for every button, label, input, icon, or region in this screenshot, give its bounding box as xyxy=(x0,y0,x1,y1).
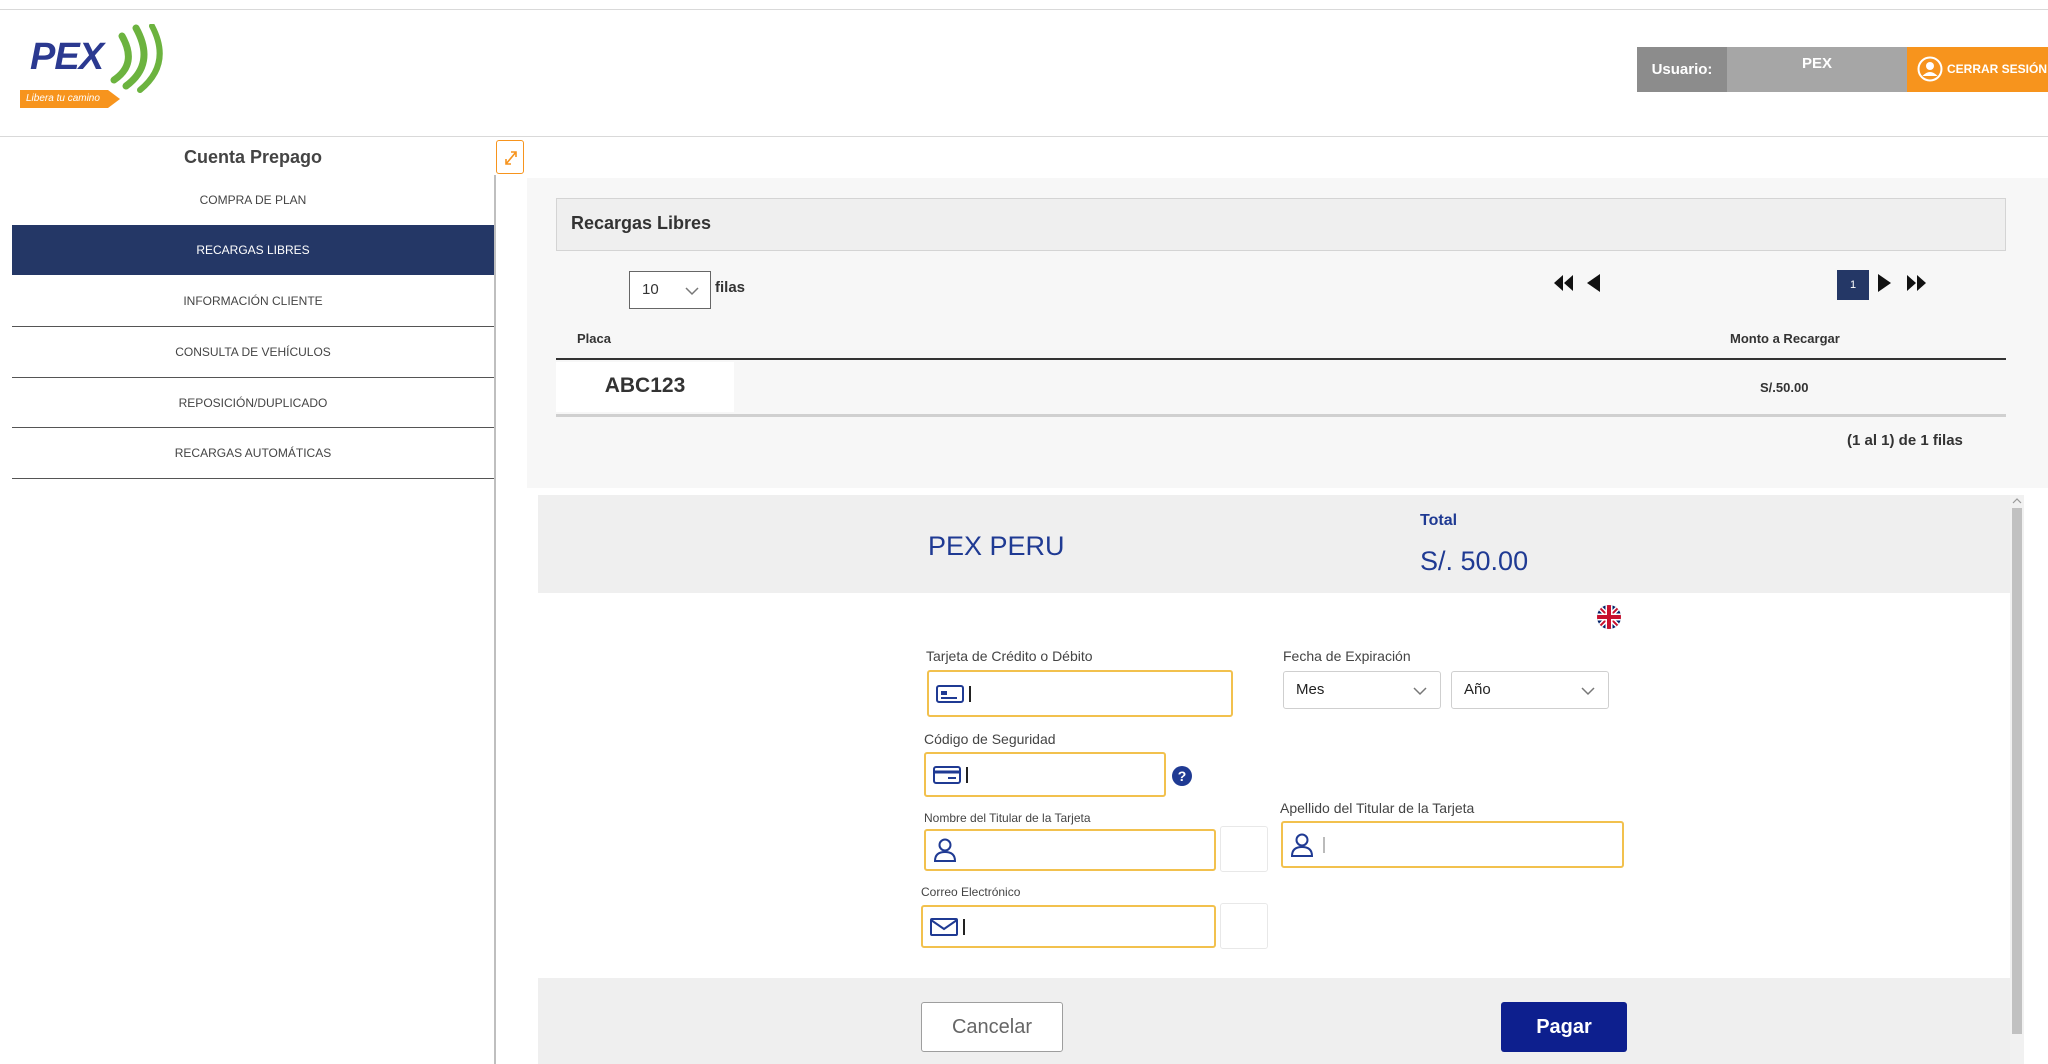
pay-button[interactable]: Pagar xyxy=(1501,1002,1627,1052)
user-circle-icon xyxy=(1917,56,1943,82)
last-name-label: Apellido del Titular de la Tarjeta xyxy=(1280,800,1475,816)
card-number-input[interactable] xyxy=(927,670,1233,717)
user-name: PEX xyxy=(1727,47,1907,92)
header-divider xyxy=(0,136,2048,137)
card-number-label: Tarjeta de Crédito o Débito xyxy=(926,648,1093,664)
credit-card-icon xyxy=(936,684,964,703)
sidebar-item-informacion-cliente[interactable]: INFORMACIÓN CLIENTE xyxy=(12,276,494,326)
email-aux-box xyxy=(1220,903,1268,949)
total-label: Total xyxy=(1420,512,1458,529)
scroll-up-icon[interactable] xyxy=(2011,496,2023,506)
row-count-summary: (1 al 1) de 1 filas xyxy=(1847,432,1963,449)
sidebar-separator xyxy=(12,478,494,479)
pager-left xyxy=(1552,268,1616,298)
expand-arrows-icon xyxy=(505,151,517,165)
sidebar-item-label: CONSULTA DE VEHÍCULOS xyxy=(175,345,331,359)
sidebar-item-reposicion-duplicado[interactable]: REPOSICIÓN/DUPLICADO xyxy=(12,378,494,428)
user-name-text: PEX xyxy=(1801,55,1832,72)
sidebar-item-recargas-libres[interactable]: RECARGAS LIBRES xyxy=(12,225,494,275)
total-value: S/. 50.00 xyxy=(1420,546,1529,576)
chevron-down-icon xyxy=(685,287,699,296)
card-back-icon xyxy=(933,765,961,784)
wifi-waves-icon xyxy=(110,24,163,93)
previous-page-icon[interactable] xyxy=(1584,272,1604,294)
table-cell-placa: ABC123 xyxy=(556,362,734,412)
help-icon[interactable]: ? xyxy=(1172,766,1192,786)
uk-flag-icon[interactable] xyxy=(1596,604,1622,630)
table-header-divider xyxy=(556,358,2006,360)
sidebar-toggle-button[interactable] xyxy=(496,140,524,174)
user-label: Usuario: xyxy=(1637,47,1727,92)
rows-label: filas xyxy=(715,279,746,296)
logo-tagline: Libera tu camino xyxy=(20,90,120,108)
email-label: Correo Electrónico xyxy=(921,885,1021,899)
cancel-button[interactable]: Cancelar xyxy=(921,1002,1063,1052)
expiry-month-select[interactable]: Mes xyxy=(1283,671,1441,709)
payment-header xyxy=(538,495,2010,593)
text-caret xyxy=(969,685,971,702)
first-page-icon[interactable] xyxy=(1552,272,1576,294)
pex-logo: PEX Libera tu camino xyxy=(18,20,168,112)
first-name-input[interactable] xyxy=(924,829,1216,871)
merchant-name: PEX PERU xyxy=(928,531,1065,561)
chevron-down-icon xyxy=(1581,687,1595,696)
logout-label: CERRAR SESIÓN xyxy=(1947,62,2048,76)
cvv-input[interactable] xyxy=(924,752,1166,797)
sidebar-border xyxy=(494,175,496,1064)
next-page-icon[interactable] xyxy=(1874,272,1894,294)
rows-per-page-select[interactable]: 10 xyxy=(629,271,711,309)
page-number-button[interactable]: 1 xyxy=(1837,270,1869,300)
sidebar-item-label: REPOSICIÓN/DUPLICADO xyxy=(178,396,328,410)
user-icon xyxy=(1290,833,1314,857)
sidebar-item-label: RECARGAS LIBRES xyxy=(196,243,310,257)
logo-text: PEX xyxy=(30,36,104,78)
column-header-placa[interactable]: Placa xyxy=(577,331,611,346)
last-page-icon[interactable] xyxy=(1904,272,1928,294)
expiry-year-value: Año xyxy=(1464,681,1491,698)
top-divider xyxy=(0,9,2048,10)
first-name-label: Nombre del Titular de la Tarjeta xyxy=(924,811,1091,825)
payment-footer xyxy=(538,978,2010,1064)
panel-title: Recargas Libres xyxy=(556,198,2006,251)
last-name-input[interactable] xyxy=(1281,821,1624,868)
sidebar-item-consulta-de-vehiculos[interactable]: CONSULTA DE VEHÍCULOS xyxy=(12,327,494,377)
sidebar-item-compra-de-plan[interactable]: COMPRA DE PLAN xyxy=(12,175,494,225)
chevron-down-icon xyxy=(1413,687,1427,696)
first-name-aux-box xyxy=(1220,826,1268,872)
table-bottom-divider xyxy=(556,414,2006,417)
table-cell-monto: S/.50.00 xyxy=(1760,380,1809,395)
text-caret xyxy=(966,766,968,783)
expiry-label: Fecha de Expiración xyxy=(1283,648,1411,664)
rows-per-page-value: 10 xyxy=(642,281,659,298)
column-header-monto[interactable]: Monto a Recargar xyxy=(1730,331,1840,346)
expiry-year-select[interactable]: Año xyxy=(1451,671,1609,709)
sidebar-item-label: COMPRA DE PLAN xyxy=(199,193,307,207)
text-caret xyxy=(1323,836,1325,853)
cvv-label: Código de Seguridad xyxy=(924,731,1056,747)
email-input[interactable] xyxy=(921,905,1216,948)
logout-button[interactable]: CERRAR SESIÓN xyxy=(1907,47,2048,92)
pager-right xyxy=(1874,268,1938,298)
user-icon xyxy=(933,838,957,862)
envelope-icon xyxy=(930,917,958,936)
scrollbar-thumb[interactable] xyxy=(2012,508,2022,1034)
sidebar-item-label: INFORMACIÓN CLIENTE xyxy=(183,294,323,308)
sidebar-item-recargas-automaticas[interactable]: RECARGAS AUTOMÁTICAS xyxy=(12,428,494,478)
sidebar-title: Cuenta Prepago xyxy=(183,147,323,167)
expiry-month-value: Mes xyxy=(1296,681,1325,698)
text-caret xyxy=(963,918,965,935)
sidebar-item-label: RECARGAS AUTOMÁTICAS xyxy=(174,446,332,460)
